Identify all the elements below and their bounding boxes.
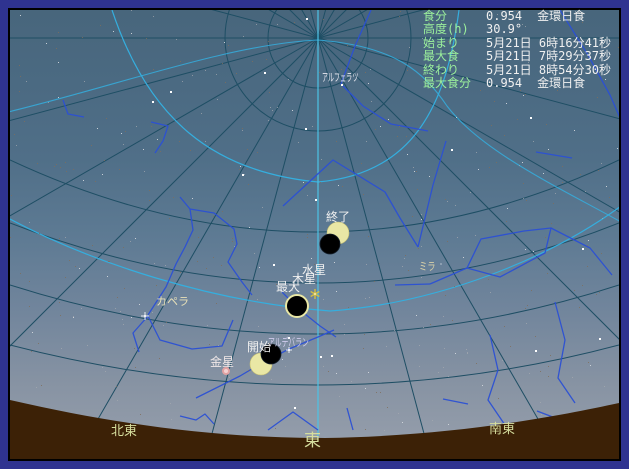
info-label: 最大食分: [423, 75, 472, 90]
alpheratz-star: [341, 84, 343, 86]
info-label: 高度(h): [423, 22, 469, 37]
eclipse-start-moon: [260, 343, 282, 365]
info-value: 30.9°: [486, 22, 523, 37]
eclipse-info-panel: 食分 0.954 金環日食 高度(h) 30.9° 始まり 5月21日 6時16分41秒…: [423, 9, 619, 90]
planetarium-window: アルフェラツ ミラ カペラ アルデバラン 金星 水星 木星 最大 終了 開始 北東東南東 食分 0.9…: [0, 0, 629, 469]
info-label: 終わり: [423, 62, 460, 77]
info-value: 5月21日 6時16分41秒: [486, 35, 612, 50]
eclipse-end-moon: [319, 233, 341, 255]
info-value: 5月21日 7時29分37秒: [486, 49, 612, 64]
eclipse-max-annular-disc: [285, 294, 309, 318]
info-value: 0.954: [486, 9, 523, 23]
info-extra: 金環日食: [537, 75, 586, 90]
venus-marker: [222, 367, 230, 375]
info-row-max-time: 最大食 5月21日 7時29分37秒: [423, 49, 619, 64]
mira-star: [440, 263, 442, 265]
info-label: 最大食: [423, 49, 460, 64]
info-row-end-time: 終わり 5月21日 8時54分30秒: [423, 62, 619, 77]
info-value: 5月21日 8時54分30秒: [486, 62, 612, 77]
info-extra: 金環日食: [537, 9, 586, 23]
info-row-altitude: 高度(h) 30.9°: [423, 22, 619, 37]
info-value: 0.954: [486, 75, 523, 90]
info-row-max-magnitude: 最大食分 0.954 金環日食: [423, 75, 619, 90]
